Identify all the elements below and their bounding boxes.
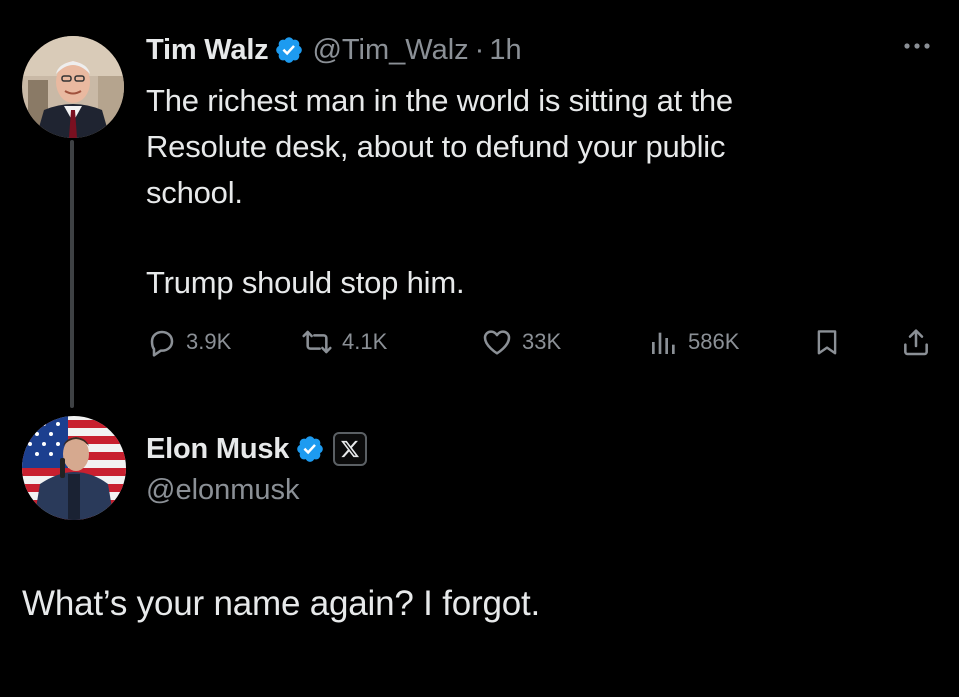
avatar-image	[22, 36, 124, 138]
tweet-text-line: Resolute desk, about to defund your publ…	[146, 129, 726, 164]
views-button[interactable]: 586K	[648, 322, 739, 362]
views-icon	[648, 326, 680, 358]
x-logo-icon[interactable]	[333, 432, 368, 466]
avatar-elon-musk[interactable]	[22, 416, 126, 520]
author-handle[interactable]: @elonmusk	[146, 474, 300, 507]
avatar-tim-walz[interactable]	[22, 36, 124, 138]
author-name[interactable]: Tim Walz	[146, 34, 269, 67]
repost-icon	[300, 326, 334, 358]
tweet-text-line: Trump should stop him.	[146, 265, 465, 300]
views-count: 586K	[688, 329, 740, 354]
verified-badge-icon	[274, 35, 304, 65]
bookmark-icon	[812, 326, 842, 358]
tweet-text: The richest man in the world is sitting …	[146, 78, 886, 306]
author-name[interactable]: Elon Musk	[146, 433, 289, 466]
separator-dot: ·	[474, 33, 485, 66]
reply-text: What’s your name again? I forgot.	[22, 584, 541, 623]
verified-badge-icon	[295, 434, 325, 464]
tweet-text-line: The richest man in the world is sitting …	[146, 83, 733, 118]
reply-header: Elon Musk	[146, 428, 368, 470]
avatar-image	[22, 416, 126, 520]
heart-icon	[480, 326, 514, 358]
post-time[interactable]: 1h	[489, 34, 521, 67]
reply-icon	[146, 326, 178, 358]
thread-connector-line	[70, 140, 74, 408]
more-icon[interactable]	[900, 34, 934, 58]
repost-button[interactable]: 4.1K	[300, 322, 387, 362]
tweet-header: Tim Walz @Tim_Walz · 1h	[146, 30, 522, 70]
like-count: 33K	[522, 329, 562, 354]
share-icon	[900, 326, 932, 358]
tweet-text-line: school.	[146, 175, 243, 210]
share-button[interactable]	[900, 322, 932, 362]
reply-count: 3.9K	[186, 329, 232, 354]
author-handle[interactable]: @Tim_Walz	[312, 34, 468, 67]
reply-button[interactable]: 3.9K	[146, 322, 231, 362]
repost-count: 4.1K	[342, 329, 388, 354]
bookmark-button[interactable]	[812, 322, 842, 362]
like-button[interactable]: 33K	[480, 322, 561, 362]
